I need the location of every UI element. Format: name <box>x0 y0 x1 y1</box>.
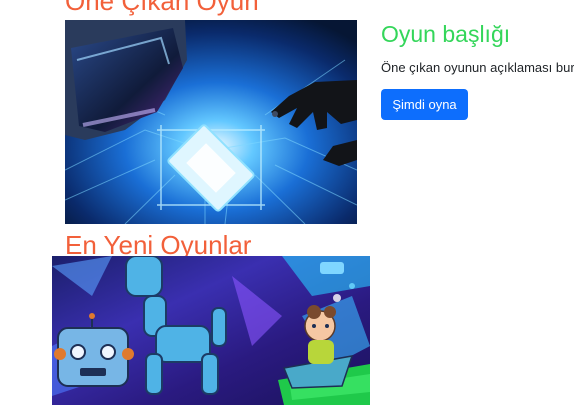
featured-game-image[interactable] <box>65 20 357 224</box>
featured-game-title: Oyun başlığı <box>381 21 511 47</box>
play-now-button[interactable]: Şimdi oyna <box>381 89 468 120</box>
featured-game-illustration <box>65 20 357 224</box>
latest-games-heading: En Yeni Oyunlar <box>65 230 252 260</box>
latest-game-illustration <box>52 256 370 405</box>
featured-game-description: Öne çıkan oyunun açıklaması burada <box>381 60 574 75</box>
featured-section-heading: Öne Çıkan Oyun <box>65 0 259 16</box>
latest-game-image[interactable] <box>52 256 370 405</box>
